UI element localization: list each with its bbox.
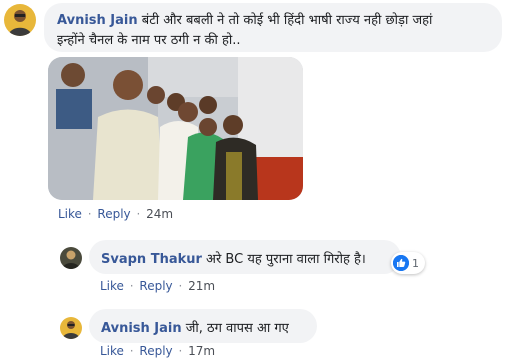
avatar[interactable] xyxy=(60,317,82,339)
separator: · xyxy=(178,344,183,358)
separator: · xyxy=(136,207,141,221)
avatar[interactable] xyxy=(60,247,82,269)
reply-button[interactable]: Reply xyxy=(97,207,130,221)
comment-text: अरे BC यह पुराना वाला गिरोह है। xyxy=(206,252,366,267)
comment-actions: Like · Reply · 24m xyxy=(58,207,173,221)
comment-photo[interactable] xyxy=(48,57,303,200)
comment-text: बंटी और बबली ने तो कोई भी हिंदी भाषी राज… xyxy=(141,13,433,28)
like-button[interactable]: Like xyxy=(58,207,82,221)
separator: · xyxy=(129,344,134,358)
comment-author[interactable]: Svapn Thakur xyxy=(101,252,202,267)
comment-text: इन्होंने चैनल के नाम पर ठगी न की हो.. xyxy=(57,33,241,48)
separator: · xyxy=(178,279,183,293)
thumbs-up-icon xyxy=(393,255,409,271)
comment-author[interactable]: Avnish Jain xyxy=(101,321,182,336)
separator: · xyxy=(87,207,92,221)
comment-author[interactable]: Avnish Jain xyxy=(57,13,138,28)
separator: · xyxy=(129,279,134,293)
comment-bubble: Avnish Jain जी, ठग वापस आ गए xyxy=(89,309,317,343)
comment-timestamp[interactable]: 24m xyxy=(146,207,173,221)
comment-actions: Like · Reply · 17m xyxy=(100,344,215,358)
avatar[interactable] xyxy=(4,4,36,36)
reaction-count: 1 xyxy=(412,256,419,270)
comment-actions: Like · Reply · 21m xyxy=(100,279,215,293)
comment-timestamp[interactable]: 17m xyxy=(188,344,215,358)
like-button[interactable]: Like xyxy=(100,344,124,358)
comment-timestamp[interactable]: 21m xyxy=(188,279,215,293)
reply-button[interactable]: Reply xyxy=(139,344,172,358)
like-button[interactable]: Like xyxy=(100,279,124,293)
comment-thread: Avnish Jain बंटी और बबली ने तो कोई भी हि… xyxy=(0,0,505,358)
comment-bubble: Avnish Jain बंटी और बबली ने तो कोई भी हि… xyxy=(44,3,502,52)
comment-text: जी, ठग वापस आ गए xyxy=(185,321,289,336)
comment-bubble: Svapn Thakur अरे BC यह पुराना वाला गिरोह… xyxy=(89,240,401,274)
reaction-summary[interactable]: 1 xyxy=(391,252,425,274)
reply-button[interactable]: Reply xyxy=(139,279,172,293)
